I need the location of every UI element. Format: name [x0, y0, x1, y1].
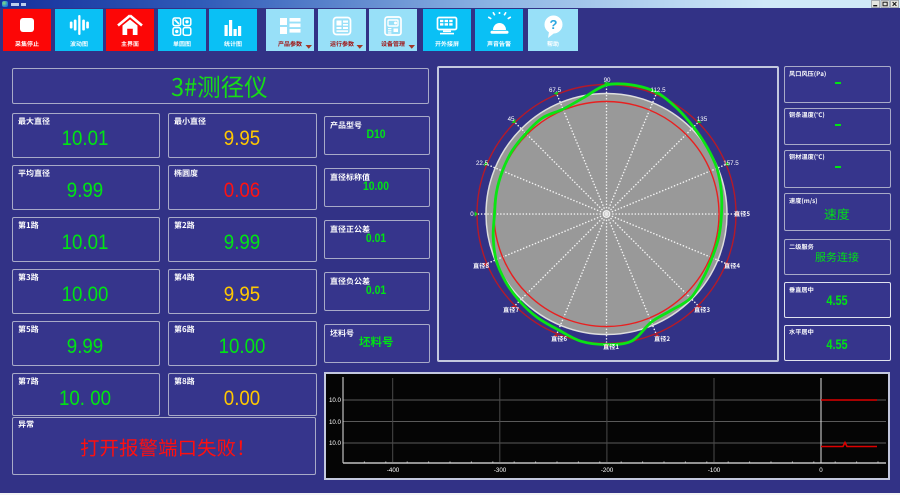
svg-text:-400: -400: [386, 467, 399, 474]
svg-text:10.00: 10.00: [363, 181, 389, 194]
svg-text:10.01: 10.01: [62, 231, 109, 254]
svg-text:10.0: 10.0: [329, 419, 342, 426]
svg-text:9.99: 9.99: [223, 231, 259, 254]
svg-text:67.5: 67.5: [549, 87, 562, 94]
svg-text:10.0: 10.0: [329, 397, 342, 404]
svg-text:D10: D10: [367, 129, 386, 142]
svg-text:-300: -300: [494, 467, 507, 474]
svg-text:10.0: 10.0: [329, 440, 342, 447]
svg-text:10.00: 10.00: [218, 335, 265, 358]
svg-text:-200: -200: [601, 467, 614, 474]
svg-text:0.01: 0.01: [366, 285, 386, 298]
svg-text:4.55: 4.55: [826, 336, 847, 351]
svg-text:112.5: 112.5: [650, 87, 666, 94]
svg-text:135: 135: [696, 116, 707, 123]
svg-text:0.00: 0.00: [223, 387, 259, 410]
svg-text:10.01: 10.01: [62, 127, 109, 150]
svg-text:22.5: 22.5: [476, 160, 489, 167]
svg-text:9.99: 9.99: [67, 179, 103, 202]
svg-text:9.99: 9.99: [67, 335, 103, 358]
svg-text:157.5: 157.5: [723, 160, 739, 167]
svg-text:90: 90: [603, 77, 610, 84]
svg-text:10.00: 10.00: [62, 283, 109, 306]
svg-text:0.06: 0.06: [223, 179, 259, 202]
svg-text:9.95: 9.95: [223, 127, 259, 150]
svg-text:?: ?: [550, 17, 558, 32]
svg-text:0: 0: [819, 467, 823, 474]
svg-text:-100: -100: [708, 467, 721, 474]
svg-text:0: 0: [470, 211, 474, 218]
svg-text:45: 45: [508, 116, 515, 123]
svg-text:0.01: 0.01: [366, 233, 386, 246]
svg-text:4.55: 4.55: [826, 293, 847, 308]
svg-text:10. 00: 10. 00: [59, 387, 111, 410]
svg-text:9.95: 9.95: [223, 283, 259, 306]
